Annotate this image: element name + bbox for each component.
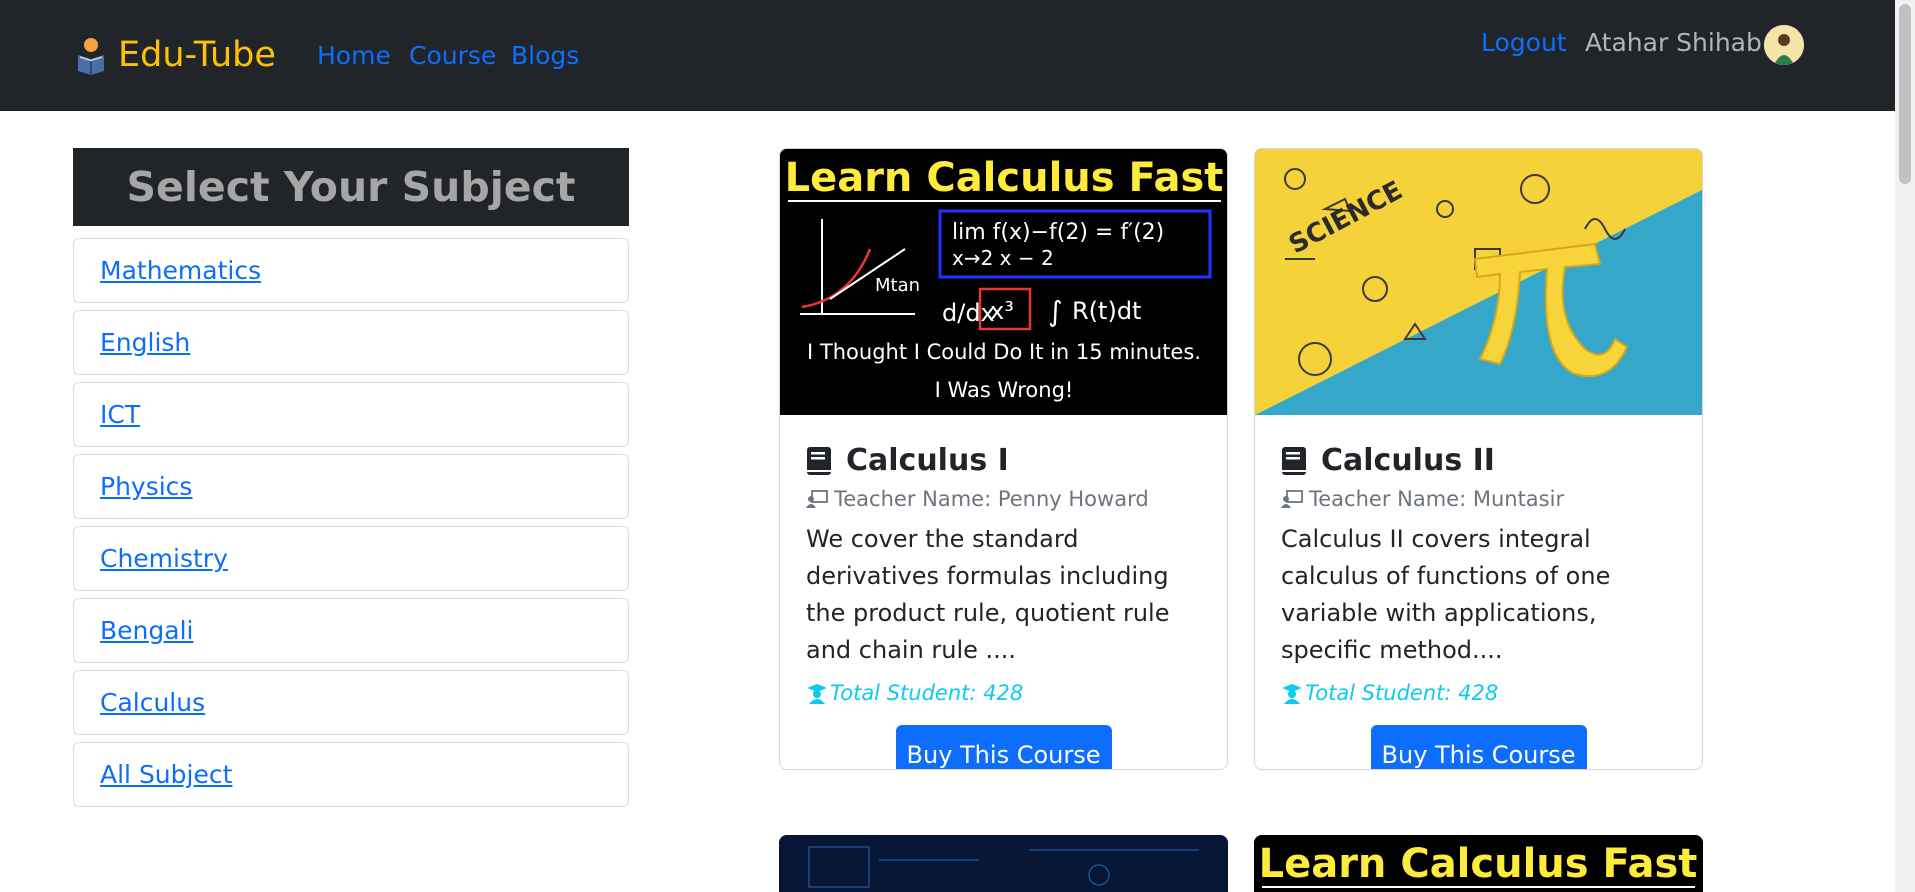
subject-link-bengali[interactable]: Bengali xyxy=(100,616,193,645)
subject-link-english[interactable]: English xyxy=(100,328,190,357)
course-card-partial: Learn Calculus Fast xyxy=(1254,835,1703,892)
subject-item: ICT xyxy=(73,382,629,447)
nav-home[interactable]: Home xyxy=(317,40,391,72)
subject-link-calculus[interactable]: Calculus xyxy=(100,688,205,717)
thumb-caption-1: I Thought I Could Do It in 15 minutes. xyxy=(807,340,1201,364)
subject-item: English xyxy=(73,310,629,375)
top-navbar: Edu-Tube Home Course Blogs Logout Atahar… xyxy=(0,0,1915,111)
subject-item: Calculus xyxy=(73,670,629,735)
calculus-thumbnail-image: Learn Calculus Fast Mtan lim f(x)−f(2) =… xyxy=(780,149,1227,415)
calculus-thumbnail-image: Learn Calculus Fast xyxy=(1254,835,1703,892)
teacher-icon xyxy=(806,490,828,508)
subject-link-ict[interactable]: ICT xyxy=(100,400,140,429)
scrollbar-thumb[interactable] xyxy=(1899,4,1911,184)
user-avatar-icon xyxy=(1764,25,1804,65)
teacher-row: Teacher Name: Penny Howard xyxy=(806,485,1201,513)
student-reading-icon xyxy=(78,38,104,75)
course-thumbnail: SCIENCE xyxy=(1255,149,1702,415)
svg-text:lim f(x)−f(2) = f′(2): lim f(x)−f(2) = f′(2) xyxy=(952,220,1164,245)
total-students: Total Student: 428 xyxy=(1305,681,1499,705)
brand-name: Edu-Tube xyxy=(118,35,276,75)
svg-text:∫: ∫ xyxy=(1048,295,1063,328)
graduate-icon xyxy=(807,684,827,704)
teacher-name: Teacher Name: Penny Howard xyxy=(834,487,1149,511)
course-card: Learn Calculus Fast Mtan lim f(x)−f(2) =… xyxy=(779,148,1228,770)
subject-item: Mathematics xyxy=(73,238,629,303)
subject-item: Physics xyxy=(73,454,629,519)
course-card-partial xyxy=(779,835,1228,892)
teacher-row: Teacher Name: Muntasir xyxy=(1281,485,1676,513)
thumb-caption-2: I Was Wrong! xyxy=(935,378,1074,402)
course-description: We cover the standard derivatives formul… xyxy=(806,525,1170,664)
subject-link-physics[interactable]: Physics xyxy=(100,472,192,501)
graduate-icon xyxy=(1282,684,1302,704)
buy-course-button[interactable]: Buy This Course xyxy=(895,725,1112,769)
book-icon xyxy=(807,447,831,475)
course-title: Calculus II xyxy=(1321,443,1495,478)
nav-blogs[interactable]: Blogs xyxy=(511,40,579,72)
subject-header: Select Your Subject xyxy=(73,148,629,226)
subject-item: All Subject xyxy=(73,742,629,807)
course-title-row: Calculus II xyxy=(1281,443,1676,479)
brand[interactable]: Edu-Tube xyxy=(74,34,276,76)
subject-link-mathematics[interactable]: Mathematics xyxy=(100,256,261,285)
svg-text:x³: x³ xyxy=(990,297,1014,325)
user-name: Atahar Shihab xyxy=(1585,28,1762,57)
course-thumbnail: Learn Calculus Fast Mtan lim f(x)−f(2) =… xyxy=(780,149,1227,415)
pi-science-thumbnail-image: SCIENCE xyxy=(1255,149,1702,415)
subject-list: Mathematics English ICT Physics Chemistr… xyxy=(73,238,629,814)
course-title: Calculus I xyxy=(846,443,1009,478)
svg-text:x→2 x − 2: x→2 x − 2 xyxy=(952,246,1054,270)
tech-thumbnail-image xyxy=(779,835,1228,892)
teacher-icon xyxy=(1281,490,1303,508)
book-icon xyxy=(1282,447,1306,475)
thumb-title: Learn Calculus Fast xyxy=(785,155,1224,201)
course-description: Calculus II covers integral calculus of … xyxy=(1281,525,1611,664)
subject-link-chemistry[interactable]: Chemistry xyxy=(100,544,228,573)
svg-text:Mtan: Mtan xyxy=(875,275,920,296)
subject-item: Chemistry xyxy=(73,526,629,591)
nav-course[interactable]: Course xyxy=(409,40,496,72)
buy-course-button[interactable]: Buy This Course xyxy=(1370,725,1587,769)
students-row: Total Student: 428 xyxy=(806,679,1201,707)
teacher-name: Teacher Name: Muntasir xyxy=(1309,487,1565,511)
svg-text:d/dx: d/dx xyxy=(942,299,995,327)
course-title-row: Calculus I xyxy=(806,443,1201,479)
thumb-title: Learn Calculus Fast xyxy=(1259,841,1698,887)
subject-link-all[interactable]: All Subject xyxy=(100,760,232,789)
avatar[interactable] xyxy=(1764,25,1804,65)
page-scrollbar[interactable] xyxy=(1895,0,1915,892)
svg-text:R(t)dt: R(t)dt xyxy=(1072,297,1141,325)
subject-item: Bengali xyxy=(73,598,629,663)
total-students: Total Student: 428 xyxy=(830,681,1024,705)
logout-link[interactable]: Logout xyxy=(1481,27,1567,59)
course-card: SCIENCE Calculus II Teacher Name: Muntas… xyxy=(1254,148,1703,770)
students-row: Total Student: 428 xyxy=(1281,679,1676,707)
